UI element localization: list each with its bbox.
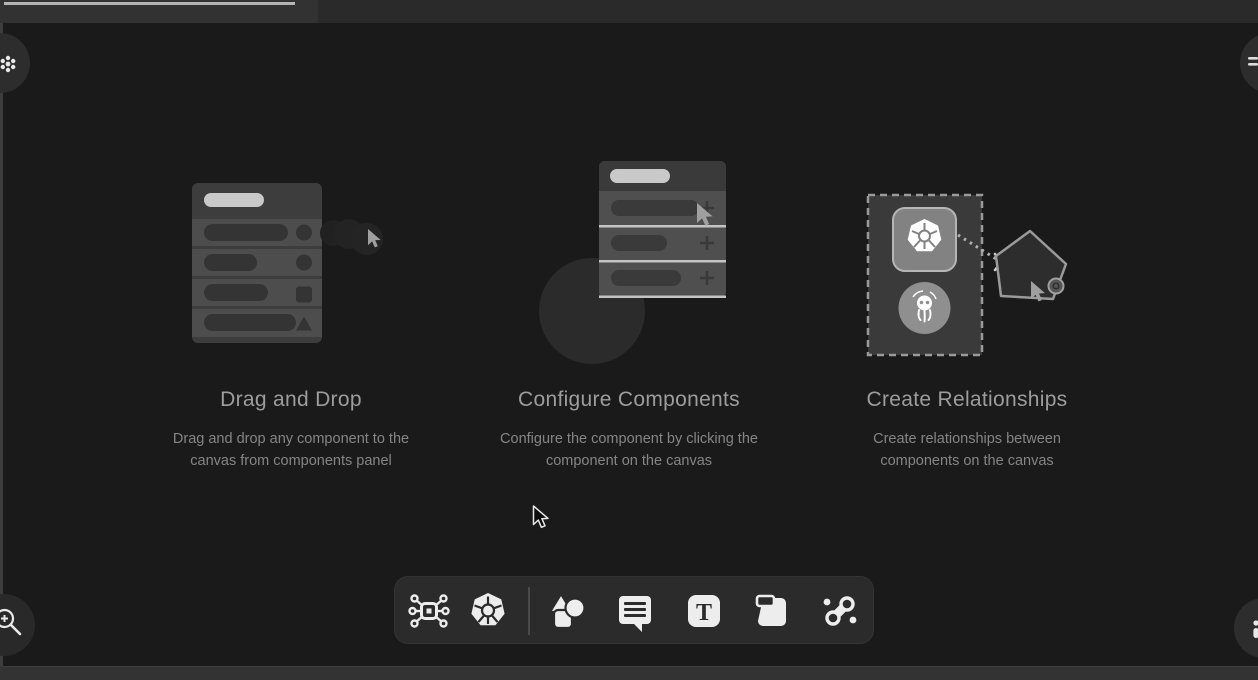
flower-menu-button[interactable] [0,33,30,93]
active-tab-region[interactable] [0,0,318,23]
shapes-icon[interactable] [545,589,589,633]
tool-dock: T [394,576,874,644]
window-top-bar [0,0,1258,23]
card-drag-and-drop: Drag and Drop Drag and drop any componen… [122,150,460,473]
card-create-relationships: Create Relationships Create relationship… [798,150,1136,473]
relationship-link-icon[interactable] [818,589,862,633]
components-panel-graphic [192,183,402,353]
configure-illustration [460,150,798,382]
kubernetes-node-icon [893,208,956,271]
right-panel-toggle-button[interactable] [1240,33,1258,93]
relationships-illustration [798,150,1136,382]
svg-text:T: T [696,600,712,626]
squid-node-icon [899,282,951,334]
card-description: Configure the component by clicking the … [479,428,779,473]
card-title: Create Relationships [798,388,1136,412]
card-title: Drag and Drop [122,388,460,412]
comment-icon[interactable] [612,589,656,633]
info-icon [1251,620,1258,638]
card-description: Drag and drop any component to the canva… [155,428,427,473]
config-panel-graphic [537,161,737,366]
tab-indicator [4,2,295,5]
text-tool-icon[interactable]: T [682,589,726,633]
info-button[interactable] [1234,598,1258,658]
relationship-graphic [865,183,1095,368]
media-icon[interactable] [751,589,795,633]
component-mesh-icon[interactable] [407,589,451,633]
panel-toggle-icon [1248,56,1258,70]
window-bottom-bar [0,666,1258,680]
onboarding-cards: Drag and Drop Drag and drop any componen… [122,150,1136,473]
mouse-cursor [532,505,552,531]
card-description: Create relationships between components … [859,428,1075,473]
left-drawer-edge[interactable] [0,23,3,666]
dock-divider [528,587,530,635]
zoom-in-icon [0,607,25,639]
flower-menu-icon [0,55,17,73]
drag-drop-illustration [122,150,460,382]
kubernetes-icon[interactable] [466,589,510,633]
card-configure-components: Configure Components Configure the compo… [460,150,798,473]
card-title: Configure Components [460,388,798,412]
canvas-app: { "onboarding": { "cards": [ { "title": … [0,0,1258,680]
zoom-in-button[interactable] [0,594,35,656]
